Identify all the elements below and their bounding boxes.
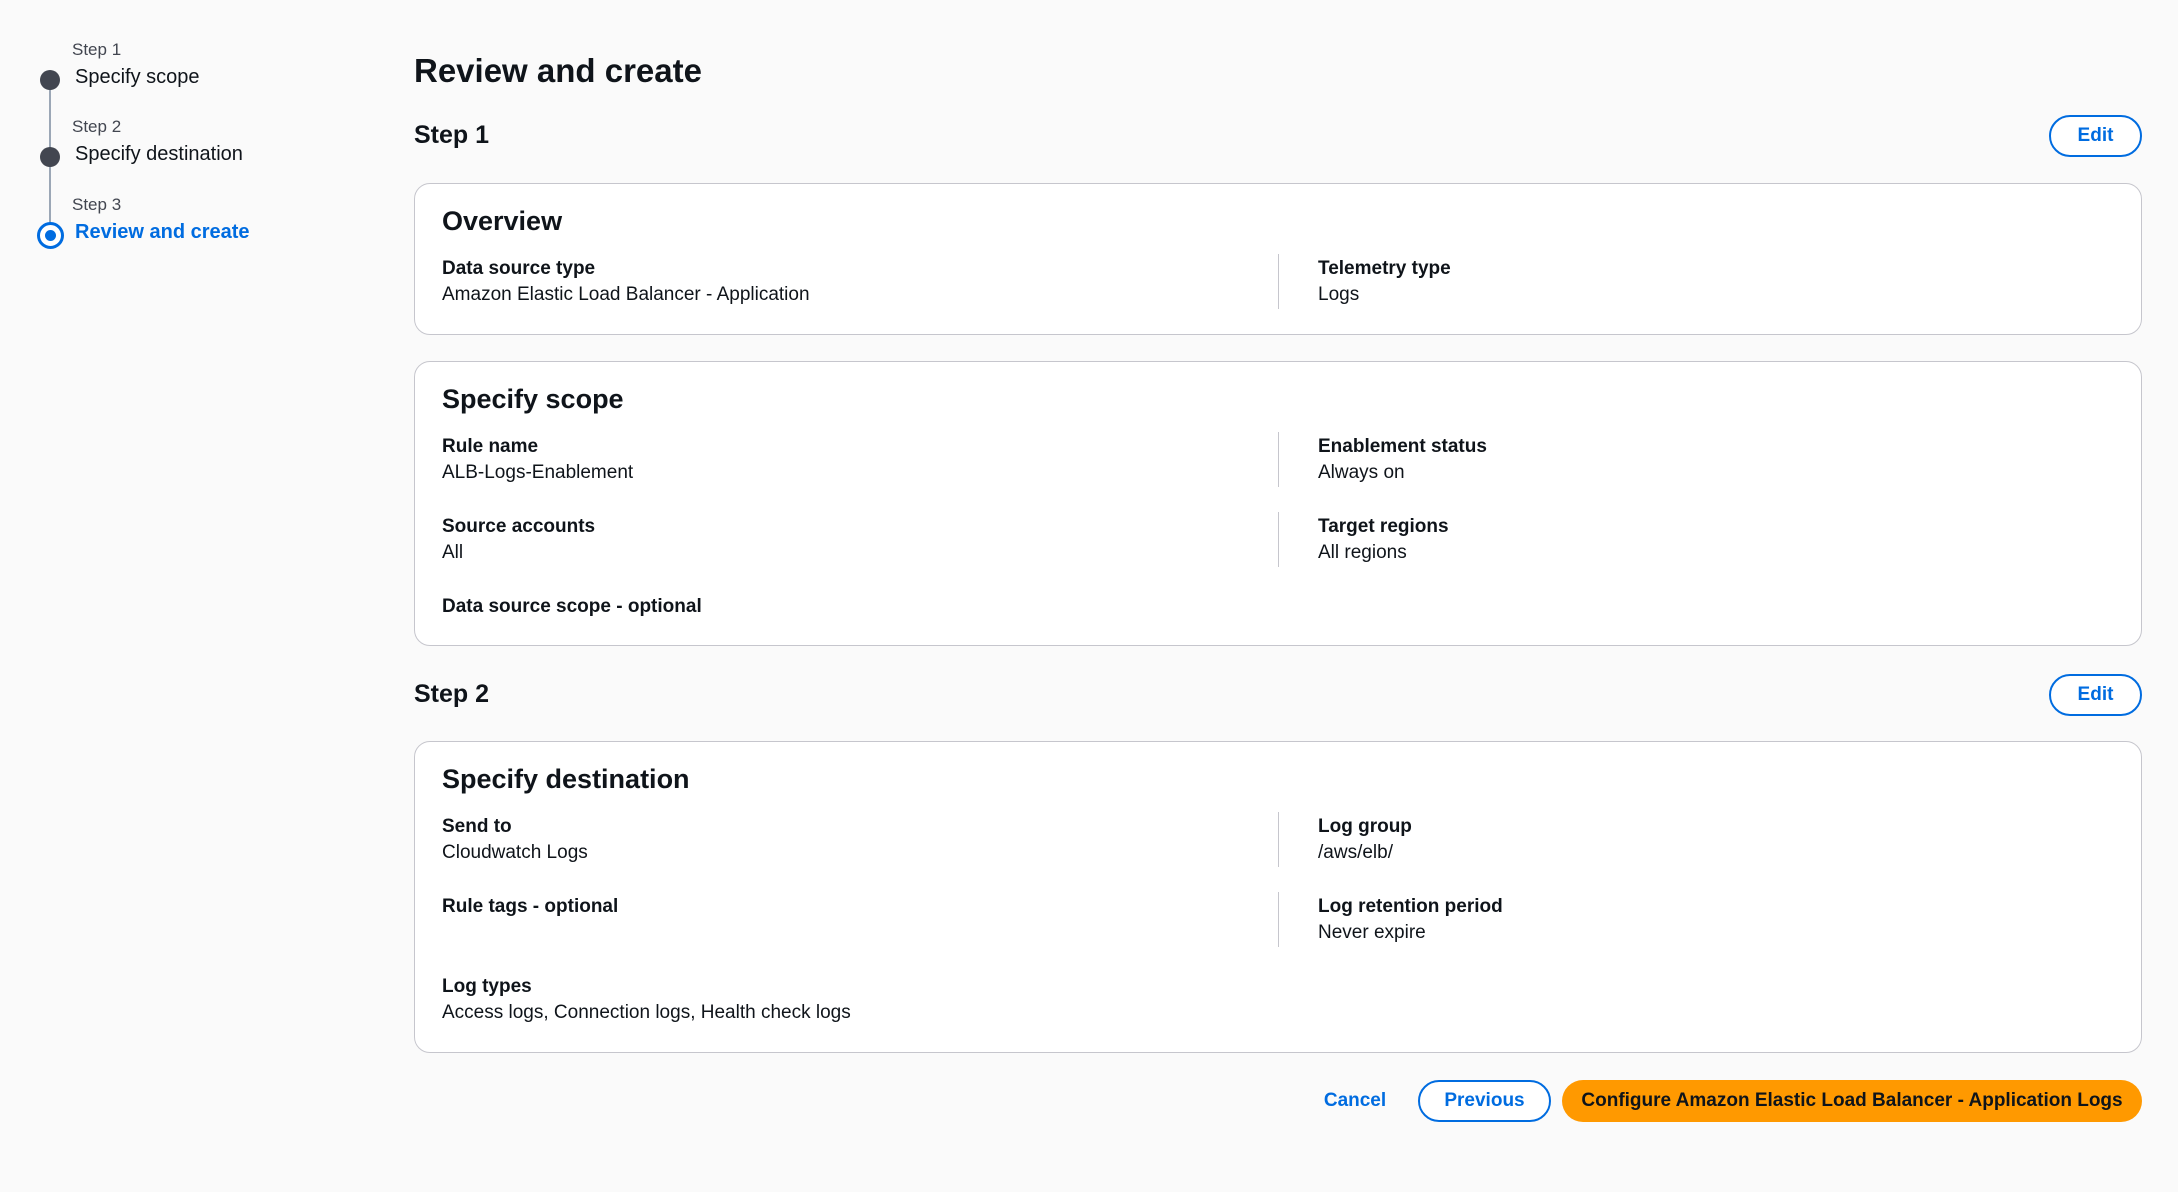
step-number: Step 2 (72, 117, 122, 136)
send-to-field: Send to Cloudwatch Logs (442, 815, 588, 867)
data-source-scope-field: Data source scope - optional (442, 595, 702, 619)
overview-card: Overview Data source type Amazon Elastic… (414, 183, 2142, 335)
field-label: Send to (442, 816, 512, 837)
card-title: Specify scope (442, 384, 624, 414)
field-label: Enablement status (1318, 436, 1487, 457)
form-actions: Cancel Previous Configure Amazon Elastic… (414, 1080, 2142, 1122)
cancel-button[interactable]: Cancel (1320, 1080, 1390, 1122)
log-retention-field: Log retention period Never expire (1318, 895, 1503, 947)
step-number: Step 3 (72, 195, 122, 214)
step-current-icon (37, 222, 64, 249)
telemetry-type-field: Telemetry type Logs (1318, 257, 1451, 309)
field-value: Never expire (1318, 922, 1426, 943)
column-divider (1278, 254, 1279, 309)
wizard-step-2[interactable]: Step 2 Specify destination (0, 117, 380, 173)
wizard-step-3: Step 3 Review and create (0, 195, 380, 251)
field-value: All (442, 542, 464, 563)
rule-name-field: Rule name ALB-Logs-Enablement (442, 435, 633, 487)
field-value: Access logs, Connection logs, Health che… (442, 1002, 851, 1023)
field-label: Rule name (442, 436, 539, 457)
page-title: Review and create (414, 52, 702, 89)
field-value: Logs (1318, 284, 1360, 305)
step2-heading: Step 2 (414, 680, 490, 708)
field-label: Target regions (1318, 516, 1449, 537)
step1-edit-button[interactable]: Edit (2049, 115, 2142, 157)
step1-heading: Step 1 (414, 121, 490, 149)
configure-logs-button[interactable]: Configure Amazon Elastic Load Balancer -… (1562, 1080, 2142, 1122)
field-value: ALB-Logs-Enablement (442, 462, 634, 483)
field-value: Amazon Elastic Load Balancer - Applicati… (442, 284, 810, 305)
field-label: Rule tags - optional (442, 896, 619, 917)
log-group-field: Log group /aws/elb/ (1318, 815, 1412, 867)
target-regions-field: Target regions All regions (1318, 515, 1449, 567)
step-complete-icon (40, 70, 60, 90)
log-types-field: Log types Access logs, Connection logs, … (442, 975, 851, 1027)
column-divider (1278, 892, 1279, 947)
step-title: Review and create (75, 221, 250, 243)
wizard-navigation: Step 1 Specify scope Step 2 Specify dest… (0, 0, 380, 1192)
wizard-step-1[interactable]: Step 1 Specify scope (0, 40, 380, 96)
field-label: Data source scope - optional (442, 596, 702, 617)
previous-button[interactable]: Previous (1418, 1080, 1551, 1122)
field-label: Data source type (442, 258, 596, 279)
enablement-status-field: Enablement status Always on (1318, 435, 1487, 487)
step-complete-icon (40, 147, 60, 167)
column-divider (1278, 432, 1279, 487)
column-divider (1278, 512, 1279, 567)
specify-destination-card: Specify destination Send to Cloudwatch L… (414, 741, 2142, 1053)
field-value: All regions (1318, 542, 1407, 563)
field-label: Log group (1318, 816, 1412, 837)
field-label: Source accounts (442, 516, 596, 537)
data-source-type-field: Data source type Amazon Elastic Load Bal… (442, 257, 810, 309)
field-label: Log types (442, 976, 532, 997)
field-label: Telemetry type (1318, 258, 1451, 279)
field-label: Log retention period (1318, 896, 1503, 917)
card-title: Overview (442, 206, 563, 236)
source-accounts-field: Source accounts All (442, 515, 595, 567)
step-title[interactable]: Specify scope (75, 66, 200, 89)
rule-tags-field: Rule tags - optional (442, 895, 618, 919)
card-title: Specify destination (442, 764, 690, 794)
step2-edit-button[interactable]: Edit (2049, 674, 2142, 716)
field-value: Cloudwatch Logs (442, 842, 588, 863)
field-value: Always on (1318, 462, 1405, 483)
field-value: /aws/elb/ (1318, 842, 1393, 863)
step-title[interactable]: Specify destination (75, 143, 243, 166)
specify-scope-card: Specify scope Rule name ALB-Logs-Enablem… (414, 361, 2142, 646)
step-number: Step 1 (72, 40, 122, 59)
column-divider (1278, 812, 1279, 867)
